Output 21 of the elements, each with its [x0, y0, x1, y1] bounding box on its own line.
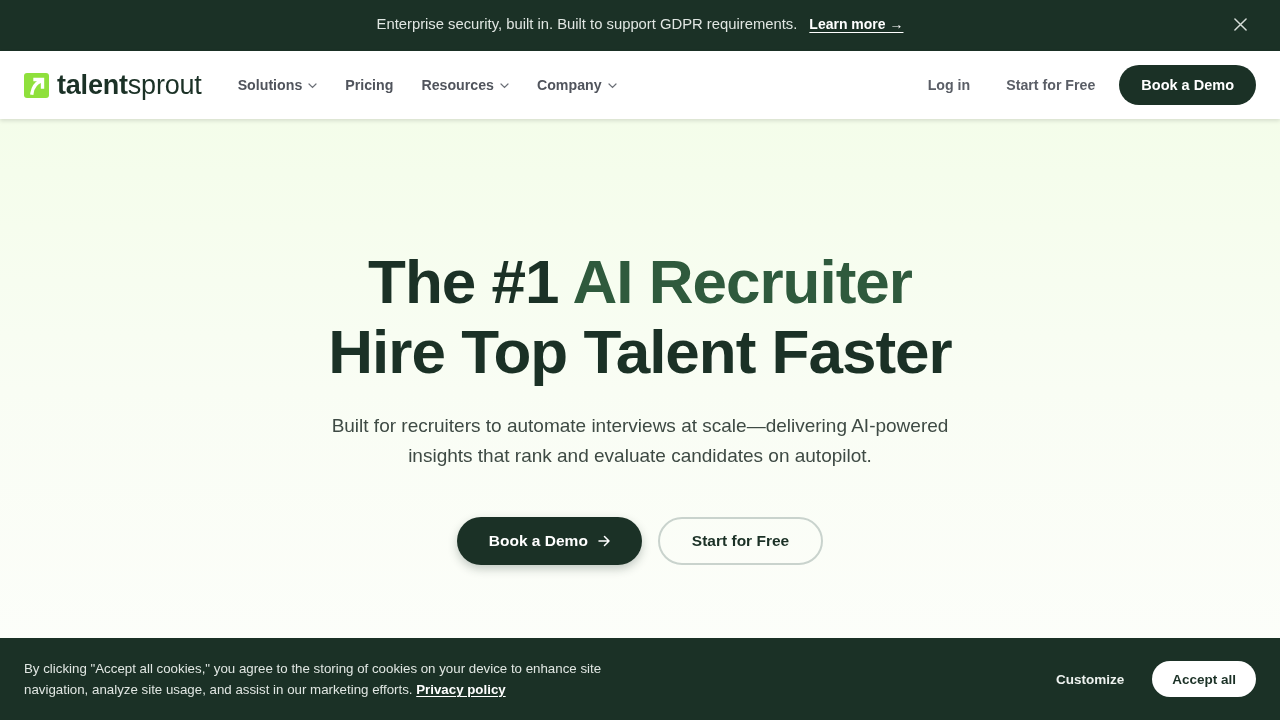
close-icon	[1234, 18, 1247, 31]
nav-link[interactable]: Log in	[927, 77, 971, 93]
book-demo-button[interactable]: Book a Demo	[456, 517, 642, 565]
hero-headline: The #1 AI Recruiter Hire Top Talent Faster	[328, 247, 952, 387]
nav-menu-item[interactable]: Solutions	[237, 77, 318, 93]
accept-all-button[interactable]: Accept all	[1152, 661, 1256, 697]
learn-more-link[interactable]: Learn more →	[809, 16, 904, 32]
nav-menu-item[interactable]: Resources	[421, 77, 509, 93]
privacy-policy-link[interactable]: Privacy policy	[416, 682, 506, 697]
logo-icon	[24, 72, 49, 98]
hero-subtitle: Built for recruiters to automate interviews at scale—delivering AI-powered insights that rank and evaluate candidates on autopilot.	[330, 414, 950, 468]
nav-menu-item[interactable]: Pricing	[345, 77, 394, 93]
cookie-notice: By clicking "Accept all cookies," you agree to the storing of cookies on your device to enhance site navigation, analyze site usage, and assist in our marketing efforts. Privacy policy	[24, 660, 603, 699]
close-button[interactable]	[1234, 18, 1247, 31]
brand-logo-text[interactable]: talentsprout	[57, 69, 202, 101]
nav-link[interactable]: Start for Free	[1006, 77, 1096, 93]
customize-button[interactable]: Customize	[1055, 671, 1125, 687]
announcement-text: Enterprise security, built in. Built to support GDPR requirements.	[376, 16, 798, 32]
start-free-button[interactable]: Start for Free	[657, 517, 824, 565]
book-demo-button[interactable]: Book a Demo	[1119, 65, 1256, 105]
nav-menu-item[interactable]: Company	[536, 77, 617, 93]
